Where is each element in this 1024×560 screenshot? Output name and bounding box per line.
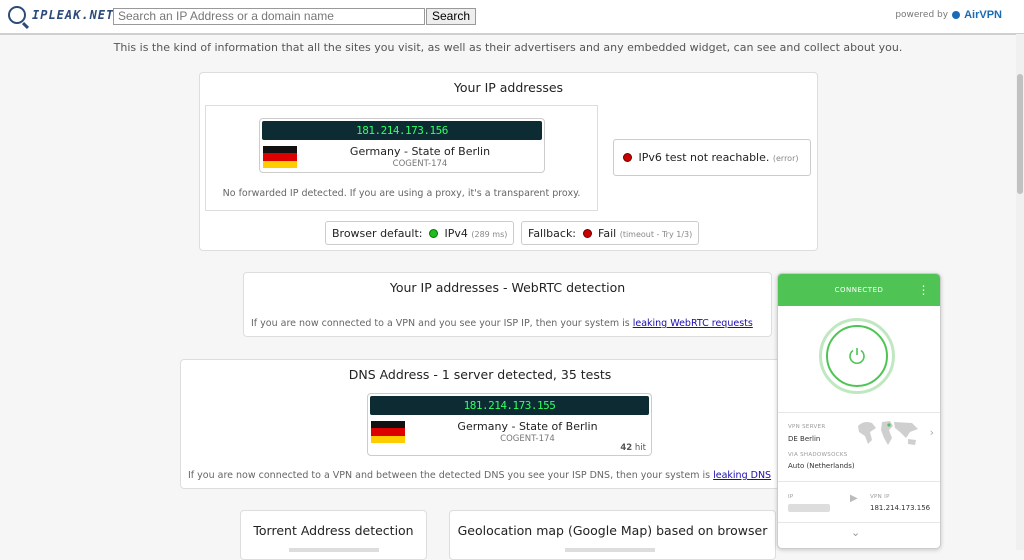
browser-default-label: Browser default: [332, 227, 423, 240]
torrent-card: Torrent Address detection [240, 510, 427, 560]
chevron-down-icon[interactable]: ⌄ [851, 526, 860, 539]
vpn-server-value: DE Berlin [788, 435, 821, 443]
webrtc-note: If you are now connected to a VPN and yo… [251, 318, 753, 329]
ip-address-display[interactable]: 181.214.173.156 [262, 121, 542, 140]
scrollbar-thumb[interactable] [1017, 74, 1023, 194]
dns-hit-count: 42 hit [620, 443, 646, 453]
vpn-divider [778, 481, 940, 482]
proxy-note: No forwarded IP detected. If you are usi… [222, 188, 581, 199]
vpn-extension-popup: CONNECTED ⋮ VPN SERVER DE Berlin VIA SHA… [777, 273, 941, 549]
geolocation-title: Geolocation map (Google Map) based on br… [457, 523, 768, 538]
vpn-ip-value: 181.214.173.156 [870, 504, 931, 512]
browser-default-status: Browser default: IPv4 (289 ms) [325, 221, 515, 245]
ipv6-text: IPv6 test not reachable. [638, 151, 770, 164]
germany-flag-icon [371, 421, 405, 443]
geolocation-card: Geolocation map (Google Map) based on br… [449, 510, 776, 560]
logo-text: IPLEAK.NET [32, 8, 115, 22]
error-dot-icon [623, 153, 632, 162]
fallback-value: Fail [598, 227, 617, 240]
vpn-via-label: VIA SHADOWSOCKS [788, 452, 848, 458]
ipv6-status: IPv6 test not reachable. (error) [613, 139, 811, 176]
dns-result-box: 181.214.173.155 Germany - State of Berli… [367, 393, 652, 456]
vpn-ip-label: VPN IP [870, 494, 890, 500]
fallback-detail: (timeout - Try 1/3) [619, 230, 693, 239]
top-bar: IPLEAK.NET Search an IP Address or a dom… [0, 0, 1024, 35]
airvpn-logo-icon [952, 11, 961, 19]
dns-location: Germany - State of Berlin [457, 420, 598, 433]
dns-leak-link[interactable]: leaking DNS [713, 470, 771, 481]
scrollbar[interactable] [1016, 34, 1024, 550]
dns-note: If you are now connected to a VPN and be… [188, 470, 771, 481]
ip-addresses-title: Your IP addresses [453, 80, 564, 95]
vpn-server-label: VPN SERVER [788, 424, 826, 430]
ip-isp: COGENT-174 [392, 159, 448, 169]
dns-title: DNS Address - 1 server detected, 35 test… [348, 367, 612, 382]
search-button[interactable]: Search [426, 8, 477, 25]
ip-addresses-card: Your IP addresses 181.214.173.156 German… [199, 72, 818, 251]
powered-by-label: powered by [895, 10, 949, 20]
real-ip-blurred [788, 504, 830, 512]
vpn-divider [778, 522, 940, 523]
geolocation-placeholder [565, 548, 655, 552]
webrtc-note-text: If you are now connected to a VPN and yo… [251, 318, 630, 329]
vpn-divider [778, 412, 940, 413]
ipv6-error: (error) [772, 154, 799, 163]
dns-note-text: If you are now connected to a VPN and be… [188, 470, 711, 481]
arrow-right-icon: ▶ [850, 493, 858, 504]
fallback-label: Fallback: [528, 227, 577, 240]
dns-hit-label: hit [634, 443, 646, 453]
webrtc-leak-link[interactable]: leaking WebRTC requests [633, 318, 753, 329]
dns-card: DNS Address - 1 server detected, 35 test… [180, 359, 780, 489]
torrent-placeholder [289, 548, 379, 552]
magnifier-icon [8, 6, 26, 24]
webrtc-card: Your IP addresses - WebRTC detection If … [243, 272, 772, 337]
dns-hits: 42 [620, 443, 633, 453]
world-map-icon [858, 421, 918, 445]
webrtc-title: Your IP addresses - WebRTC detection [389, 280, 626, 295]
dns-ip-display[interactable]: 181.214.173.155 [370, 396, 649, 415]
intro-text: This is the kind of information that all… [113, 41, 903, 54]
browser-default-time: (289 ms) [471, 230, 508, 239]
ip-label: IP [788, 494, 794, 500]
search-input[interactable]: Search an IP Address or a domain name [113, 8, 425, 25]
ipleak-logo[interactable]: IPLEAK.NET [8, 6, 114, 24]
vpn-status-bar: CONNECTED ⋮ [778, 274, 940, 306]
powered-by[interactable]: powered by AirVPN [895, 9, 1002, 21]
germany-flag-icon [263, 146, 297, 168]
fallback-status: Fallback: Fail (timeout - Try 1/3) [521, 221, 700, 245]
chevron-right-icon: › [929, 426, 934, 439]
ipv4-panel: 181.214.173.156 Germany - State of Berli… [205, 105, 598, 211]
ip-result-box: 181.214.173.156 Germany - State of Berli… [259, 118, 545, 173]
more-menu-icon[interactable]: ⋮ [918, 274, 931, 306]
vpn-via-value: Auto (Netherlands) [788, 462, 855, 470]
fail-dot-icon [582, 229, 592, 238]
ok-dot-icon [428, 229, 438, 238]
torrent-title: Torrent Address detection [253, 523, 414, 538]
power-icon [826, 325, 888, 387]
airvpn-brand: AirVPN [964, 9, 1002, 21]
vpn-status: CONNECTED [834, 286, 884, 294]
ip-location: Germany - State of Berlin [349, 145, 491, 158]
browser-default-value: IPv4 [444, 227, 468, 240]
dns-isp: COGENT-174 [500, 434, 555, 444]
power-button[interactable] [819, 318, 895, 394]
